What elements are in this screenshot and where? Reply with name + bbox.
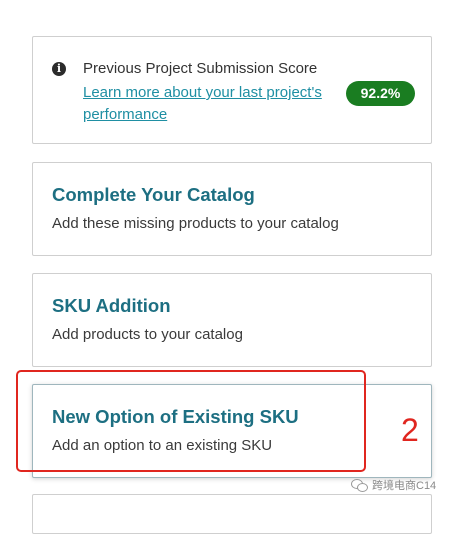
annotation-number: 2: [401, 412, 419, 448]
previous-score-card: i Previous Project Submission Score Lear…: [32, 36, 432, 144]
complete-catalog-description: Add these missing products to your catal…: [52, 215, 339, 232]
sku-addition-card[interactable]: SKU Addition Add products to your catalo…: [32, 273, 432, 367]
new-option-title[interactable]: New Option of Existing SKU: [52, 406, 299, 428]
sku-addition-description: Add products to your catalog: [52, 326, 243, 343]
watermark: 跨境电商C14: [351, 474, 436, 496]
next-card-partial[interactable]: [32, 494, 432, 534]
new-option-description: Add an option to an existing SKU: [52, 437, 273, 454]
sku-addition-title[interactable]: SKU Addition: [52, 295, 171, 317]
wechat-icon: [351, 478, 369, 492]
score-badge: 92.2%: [346, 81, 415, 106]
last-project-performance-link[interactable]: Learn more about your last project's per…: [83, 82, 345, 126]
new-option-existing-sku-card[interactable]: New Option of Existing SKU Add an option…: [32, 384, 432, 478]
score-title: Previous Project Submission Score: [83, 60, 318, 77]
info-icon: i: [52, 62, 66, 76]
complete-catalog-card[interactable]: Complete Your Catalog Add these missing …: [32, 162, 432, 256]
watermark-text: 跨境电商C14: [372, 480, 437, 492]
complete-catalog-title[interactable]: Complete Your Catalog: [52, 184, 255, 206]
